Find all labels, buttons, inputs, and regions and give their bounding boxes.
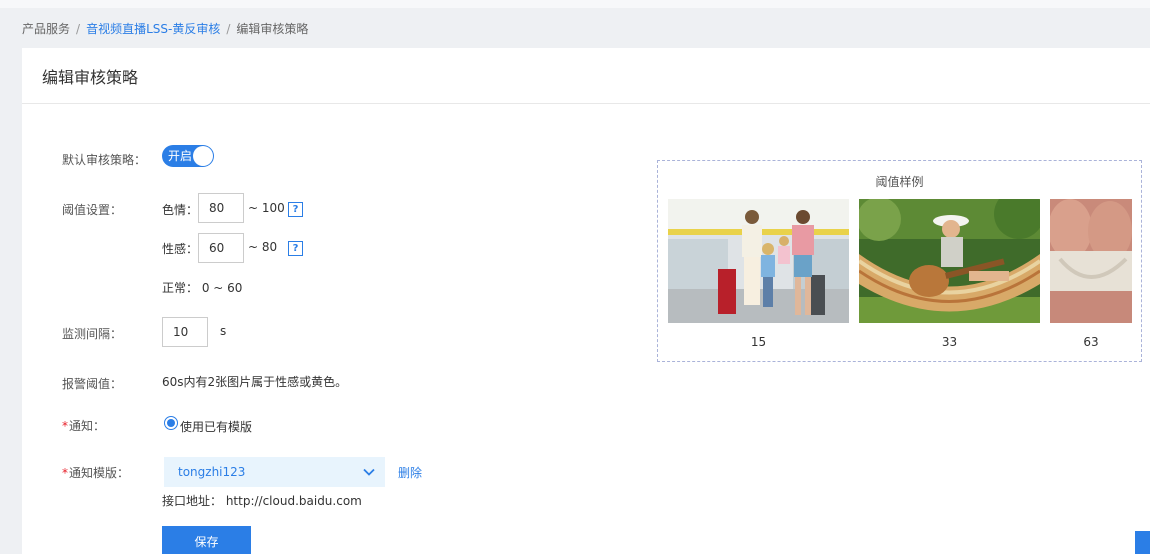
card-header: 编辑审核策略	[22, 48, 1150, 104]
template-select[interactable]: tongzhi123	[164, 457, 385, 487]
endpoint-text: 接口地址： http://cloud.baidu.com	[162, 494, 362, 508]
breadcrumb-separator: /	[226, 22, 231, 36]
default-policy-label: 默认审核策略：	[62, 153, 147, 167]
samples-title: 阈值样例	[875, 175, 924, 189]
notify-label: *通知：	[62, 417, 105, 434]
threshold-label: 阈值设置：	[62, 203, 123, 217]
default-policy-toggle[interactable]: 开启	[162, 145, 214, 167]
sexy-label: 性感：	[162, 242, 199, 256]
notify-label-text: 通知：	[69, 419, 106, 433]
template-label: *通知模版：	[62, 464, 129, 481]
sample-value: 33	[941, 335, 958, 349]
breadcrumb-parent-link[interactable]: 音视频直播LSS-黄反审核	[86, 22, 220, 36]
interval-input[interactable]	[162, 317, 208, 347]
save-button[interactable]: 保存	[162, 526, 251, 554]
breadcrumb: 产品服务 / 音视频直播LSS-黄反审核 / 编辑审核策略	[22, 20, 308, 37]
alarm-label: 报警阈值：	[62, 377, 123, 391]
guitar-hammock-photo	[859, 199, 1040, 323]
breadcrumb-separator: /	[76, 22, 81, 36]
template-select-value: tongzhi123	[178, 465, 246, 479]
chevron-down-icon	[363, 468, 375, 476]
alarm-text: 60s内有2张图片属于性感或黄色。	[162, 375, 348, 389]
porn-help-icon[interactable]: ?	[288, 202, 303, 217]
family-airport-photo	[668, 199, 849, 323]
corner-floating-button[interactable]	[1135, 531, 1150, 554]
closeup-photo	[1050, 199, 1132, 323]
porn-range: ~ 100	[248, 201, 285, 215]
use-existing-template-radio[interactable]	[164, 416, 178, 430]
required-mark: *	[62, 466, 68, 480]
breadcrumb-root[interactable]: 产品服务	[22, 22, 70, 36]
sexy-help-icon[interactable]: ?	[288, 241, 303, 256]
page-title: 编辑审核策略	[42, 67, 139, 87]
toggle-label: 开启	[168, 149, 193, 163]
porn-label: 色情：	[162, 203, 199, 217]
normal-range: 正常： 0 ~ 60	[162, 281, 243, 295]
breadcrumb-current: 编辑审核策略	[236, 22, 309, 36]
sample-value: 15	[750, 335, 767, 349]
interval-unit: s	[220, 324, 227, 338]
porn-threshold-input[interactable]	[198, 193, 244, 223]
sexy-range: ~ 80	[248, 240, 278, 254]
interval-label: 监测间隔：	[62, 327, 123, 341]
sexy-threshold-input[interactable]	[198, 233, 244, 263]
delete-template-link[interactable]: 删除	[398, 464, 422, 481]
threshold-samples-panel: 阈值样例 15 33 63	[657, 160, 1142, 362]
toggle-knob	[193, 146, 213, 166]
sample-value: 63	[1083, 335, 1099, 349]
top-bar	[0, 0, 1150, 8]
edit-policy-card: 编辑审核策略 默认审核策略： 开启 阈值设置： 色情： ~ 100 ? 性感： …	[22, 48, 1150, 554]
required-mark: *	[62, 419, 68, 433]
use-existing-template-label[interactable]: 使用已有模版	[180, 418, 252, 435]
template-label-text: 通知模版：	[69, 466, 130, 480]
